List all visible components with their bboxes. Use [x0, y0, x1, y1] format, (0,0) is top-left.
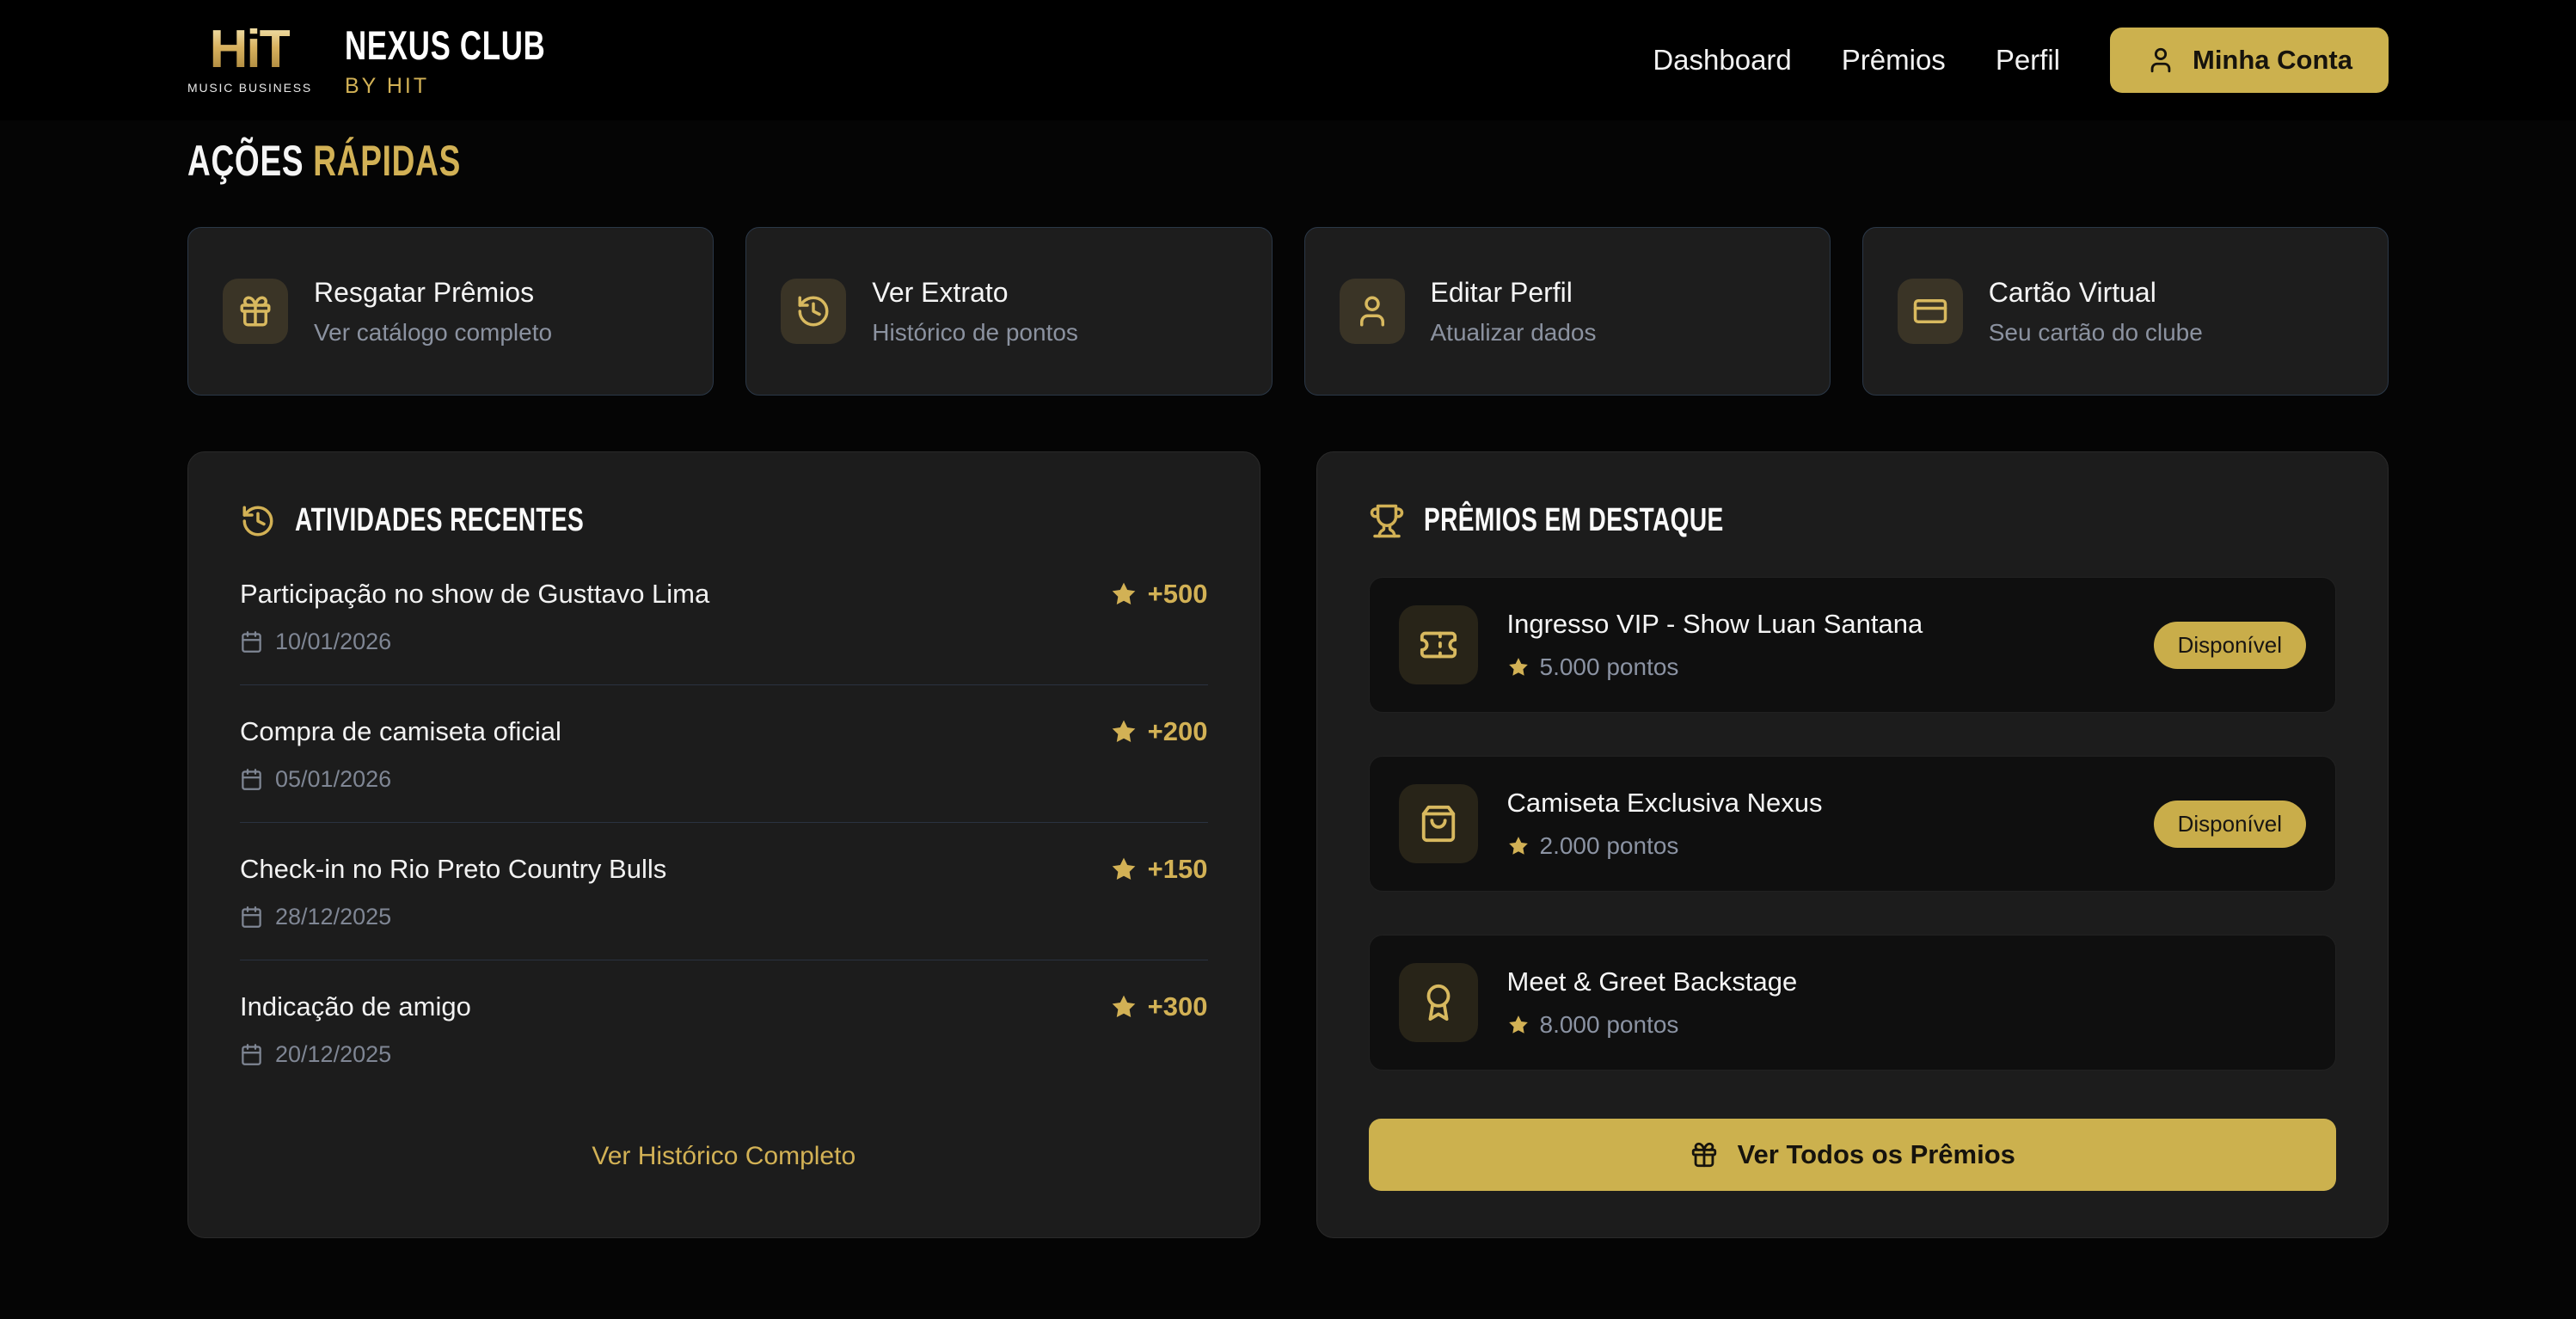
calendar-icon: [240, 1043, 263, 1066]
hit-logo-subtext: MUSIC BUSINESS: [187, 81, 312, 95]
activity-points: +150: [1110, 854, 1208, 885]
view-full-history-link[interactable]: Ver Histórico Completo: [240, 1142, 1208, 1171]
star-icon: [1110, 718, 1138, 745]
quick-action-subtitle: Ver catálogo completo: [314, 319, 552, 347]
view-all-rewards-label: Ver Todos os Prêmios: [1738, 1139, 2015, 1170]
activity-date: 20/12/2025: [240, 1041, 1208, 1068]
credit-card-icon: [1898, 279, 1963, 344]
recent-activities-panel: ATIVIDADES RECENTES Participação no show…: [187, 451, 1260, 1238]
page-title-gold: RÁPIDAS: [313, 137, 461, 185]
star-icon: [1507, 1014, 1530, 1036]
activity-row: Compra de camiseta oficial +200 05/01/20…: [240, 685, 1208, 822]
reward-points: 8.000 pontos: [1507, 1011, 2307, 1039]
reward-title: Ingresso VIP - Show Luan Santana: [1507, 609, 2154, 640]
activity-date: 05/01/2026: [240, 766, 1208, 793]
star-icon: [1507, 656, 1530, 678]
activity-points: +300: [1110, 991, 1208, 1022]
activity-title: Check-in no Rio Preto Country Bulls: [240, 854, 666, 885]
account-button-label: Minha Conta: [2193, 45, 2352, 76]
reward-card-camiseta[interactable]: Camiseta Exclusiva Nexus 2.000 pontos Di…: [1369, 756, 2337, 892]
calendar-icon: [240, 768, 263, 791]
main-nav: Dashboard Prêmios Perfil Minha Conta: [1653, 28, 2389, 93]
star-icon: [1110, 580, 1138, 608]
activity-title: Compra de camiseta oficial: [240, 716, 561, 747]
reward-card-ingresso-vip[interactable]: Ingresso VIP - Show Luan Santana 5.000 p…: [1369, 577, 2337, 713]
activity-date: 28/12/2025: [240, 904, 1208, 930]
award-icon: [1399, 963, 1478, 1042]
hit-logo[interactable]: HiT MUSIC BUSINESS: [187, 26, 312, 95]
reward-title: Camiseta Exclusiva Nexus: [1507, 788, 2154, 819]
nav-premios[interactable]: Prêmios: [1842, 44, 1946, 77]
activity-date: 10/01/2026: [240, 629, 1208, 655]
quick-action-title: Cartão Virtual: [1989, 277, 2203, 309]
top-nav: HiT MUSIC BUSINESS NEXUS CLUB BY HIT Das…: [0, 0, 2576, 120]
brand-names: NEXUS CLUB BY HIT: [345, 21, 616, 99]
reward-points: 5.000 pontos: [1507, 653, 2154, 681]
star-icon: [1507, 835, 1530, 857]
account-button[interactable]: Minha Conta: [2110, 28, 2389, 93]
quick-actions: Resgatar Prêmios Ver catálogo completo V…: [187, 227, 2389, 396]
status-badge: Disponível: [2154, 622, 2306, 669]
quick-action-subtitle: Histórico de pontos: [872, 319, 1078, 347]
ticket-icon: [1399, 605, 1478, 684]
quick-action-editar-perfil[interactable]: Editar Perfil Atualizar dados: [1304, 227, 1831, 396]
quick-action-ver-extrato[interactable]: Ver Extrato Histórico de pontos: [745, 227, 1272, 396]
quick-action-subtitle: Seu cartão do clube: [1989, 319, 2203, 347]
activity-points: +500: [1110, 579, 1208, 610]
history-icon: [781, 279, 846, 344]
activity-title: Participação no show de Gusttavo Lima: [240, 579, 709, 610]
gift-icon: [223, 279, 288, 344]
quick-action-subtitle: Atualizar dados: [1431, 319, 1597, 347]
activity-title: Indicação de amigo: [240, 991, 471, 1022]
activity-points: +200: [1110, 716, 1208, 747]
page-title: AÇÕES RÁPIDAS: [187, 136, 2389, 186]
quick-action-title: Ver Extrato: [872, 277, 1078, 309]
quick-action-cartao-virtual[interactable]: Cartão Virtual Seu cartão do clube: [1862, 227, 2389, 396]
star-icon: [1110, 993, 1138, 1021]
activity-row: Participação no show de Gusttavo Lima +5…: [240, 539, 1208, 684]
nav-dashboard[interactable]: Dashboard: [1653, 44, 1791, 77]
activity-row: Indicação de amigo +300 20/12/2025: [240, 960, 1208, 1097]
reward-points: 2.000 pontos: [1507, 832, 2154, 860]
gift-icon: [1690, 1140, 1719, 1169]
user-icon: [1340, 279, 1405, 344]
user-icon: [2146, 46, 2175, 75]
status-badge: Disponível: [2154, 801, 2306, 848]
quick-action-resgatar-premios[interactable]: Resgatar Prêmios Ver catálogo completo: [187, 227, 714, 396]
activity-row: Check-in no Rio Preto Country Bulls +150…: [240, 823, 1208, 960]
calendar-icon: [240, 630, 263, 653]
page-title-white: AÇÕES: [187, 137, 304, 185]
brand: HiT MUSIC BUSINESS NEXUS CLUB BY HIT: [187, 21, 616, 99]
view-all-rewards-button[interactable]: Ver Todos os Prêmios: [1369, 1119, 2337, 1191]
rewards-header: PRÊMIOS EM DESTAQUE: [1424, 502, 1724, 539]
app-title: NEXUS CLUB: [345, 21, 545, 69]
history-icon: [240, 503, 276, 539]
reward-title: Meet & Greet Backstage: [1507, 966, 2307, 997]
shopping-bag-icon: [1399, 784, 1478, 863]
nav-perfil[interactable]: Perfil: [1996, 44, 2060, 77]
hit-logo-text: HiT: [210, 26, 291, 74]
star-icon: [1110, 856, 1138, 883]
trophy-icon: [1369, 503, 1405, 539]
quick-action-title: Resgatar Prêmios: [314, 277, 552, 309]
app-subtitle: BY HIT: [345, 74, 616, 99]
activities-header: ATIVIDADES RECENTES: [295, 502, 584, 539]
featured-rewards-panel: PRÊMIOS EM DESTAQUE Ingresso VIP - Show …: [1316, 451, 2389, 1238]
quick-action-title: Editar Perfil: [1431, 277, 1597, 309]
calendar-icon: [240, 905, 263, 929]
reward-card-meet-greet[interactable]: Meet & Greet Backstage 8.000 pontos: [1369, 935, 2337, 1071]
